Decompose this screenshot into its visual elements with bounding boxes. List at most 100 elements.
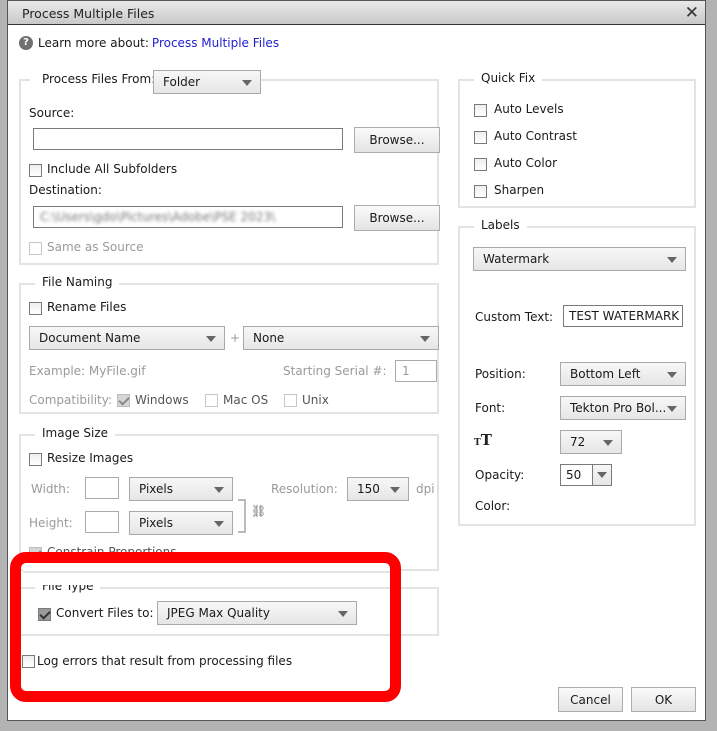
resize-images-label: Resize Images xyxy=(47,451,134,465)
process-from-value: Folder xyxy=(163,75,201,89)
position-dropdown[interactable]: Bottom Left xyxy=(560,362,686,386)
chain-link-icon[interactable]: ⛓ xyxy=(251,504,266,518)
resolution-value: 150 xyxy=(357,482,380,496)
serial-label: Starting Serial #: xyxy=(283,364,387,378)
height-label: Height: xyxy=(29,516,73,530)
file-naming-legend: File Naming xyxy=(35,275,120,289)
label-type-value: Watermark xyxy=(483,252,550,266)
name-part2-dropdown[interactable]: None xyxy=(243,326,439,350)
convert-files-label: Convert Files to: xyxy=(56,606,154,620)
resolution-label: Resolution: xyxy=(271,482,338,496)
labels-legend: Labels xyxy=(474,218,527,232)
compatibility-label: Compatibility: xyxy=(29,393,113,407)
close-icon[interactable]: ✕ xyxy=(685,3,699,23)
custom-text-label: Custom Text: xyxy=(475,310,554,324)
help-link[interactable]: Process Multiple Files xyxy=(152,36,279,50)
width-unit-value: Pixels xyxy=(139,482,174,496)
macos-label: Mac OS xyxy=(223,393,269,407)
label-type-dropdown[interactable]: Watermark xyxy=(473,247,686,271)
chevron-down-icon xyxy=(214,521,224,527)
cancel-button[interactable]: Cancel xyxy=(558,687,623,712)
chevron-down-icon xyxy=(667,406,677,412)
font-label: Font: xyxy=(475,401,506,415)
destination-input[interactable]: C:\Users\gdo\Pictures\Adobe\PSE 2023\ xyxy=(33,206,343,228)
browse-label: Browse... xyxy=(369,133,425,147)
opacity-dropdown-button[interactable] xyxy=(592,465,611,485)
destination-value: C:\Users\gdo\Pictures\Adobe\PSE 2023\ xyxy=(40,210,276,224)
chevron-down-icon xyxy=(597,472,607,478)
width-unit-dropdown[interactable]: Pixels xyxy=(129,477,233,501)
include-subfolders-checkbox[interactable] xyxy=(29,164,42,177)
chevron-down-icon xyxy=(667,257,677,263)
chevron-down-icon xyxy=(214,487,224,493)
constrain-proportions-checkbox[interactable] xyxy=(29,547,42,560)
name-part2-value: None xyxy=(253,331,285,345)
chevron-down-icon xyxy=(206,336,216,342)
file-format-dropdown[interactable]: JPEG Max Quality xyxy=(157,601,357,625)
ok-button[interactable]: OK xyxy=(631,687,696,712)
chevron-down-icon xyxy=(338,611,348,617)
include-subfolders-label: Include All Subfolders xyxy=(47,162,178,176)
sharpen-label: Sharpen xyxy=(494,183,545,197)
help-row: ? Learn more about: Process Multiple Fil… xyxy=(19,36,279,50)
chevron-down-icon xyxy=(667,372,677,378)
sharpen-checkbox[interactable] xyxy=(474,185,487,198)
width-label: Width: xyxy=(31,482,70,496)
image-size-group: Image Size Resize Images Width: Pixels H… xyxy=(19,426,439,571)
file-type-top-separator xyxy=(23,571,395,573)
font-size-value: 72 xyxy=(570,435,586,449)
convert-files-checkbox[interactable] xyxy=(38,608,51,621)
ok-label: OK xyxy=(654,693,673,707)
constrain-proportions-label: Constrain Proportions xyxy=(47,545,177,559)
process-from-dropdown[interactable]: Folder xyxy=(153,70,261,94)
source-browse-button[interactable]: Browse... xyxy=(354,127,440,153)
image-size-legend: Image Size xyxy=(35,426,116,440)
source-label: Source: xyxy=(29,106,75,120)
chevron-down-icon xyxy=(603,440,613,446)
quick-fix-legend: Quick Fix xyxy=(474,71,543,85)
chevron-down-icon xyxy=(390,487,400,493)
rename-files-checkbox[interactable] xyxy=(29,302,42,315)
serial-input[interactable]: 1 xyxy=(395,360,437,382)
chevron-down-icon xyxy=(420,336,430,342)
auto-levels-checkbox[interactable] xyxy=(474,104,487,117)
source-input[interactable] xyxy=(33,128,343,150)
serial-value: 1 xyxy=(402,364,410,378)
auto-contrast-checkbox[interactable] xyxy=(474,131,487,144)
height-unit-dropdown[interactable]: Pixels xyxy=(129,511,233,535)
macos-checkbox[interactable] xyxy=(205,394,218,407)
log-errors-label: Log errors that result from processing f… xyxy=(37,654,293,668)
unix-checkbox[interactable] xyxy=(284,394,297,407)
custom-text-input[interactable]: TEST WATERMARK xyxy=(563,305,683,327)
title-bar[interactable]: Process Multiple Files ✕ xyxy=(8,1,705,25)
name-part1-dropdown[interactable]: Document Name xyxy=(29,326,225,350)
font-value: Tekton Pro Bol... xyxy=(570,401,667,415)
file-naming-group: File Naming Rename Files Document Name +… xyxy=(19,275,439,414)
quick-fix-group: Quick Fix Auto Levels Auto Contrast Auto… xyxy=(458,71,696,208)
height-input[interactable] xyxy=(85,511,119,533)
text-size-icon: TT xyxy=(474,431,492,449)
destination-label: Destination: xyxy=(29,183,102,197)
chevron-down-icon xyxy=(242,80,252,86)
custom-text-value: TEST WATERMARK xyxy=(569,309,680,323)
font-dropdown[interactable]: Tekton Pro Bol... xyxy=(560,396,686,420)
resolution-dropdown[interactable]: 150 xyxy=(347,477,409,501)
width-input[interactable] xyxy=(85,477,119,499)
opacity-value: 50 xyxy=(566,468,582,482)
windows-checkbox[interactable] xyxy=(117,394,130,407)
auto-color-label: Auto Color xyxy=(494,156,558,170)
name-part1-value: Document Name xyxy=(39,331,141,345)
font-size-dropdown[interactable]: 72 xyxy=(560,430,622,454)
labels-group: Labels Watermark Custom Text: TEST WATER… xyxy=(458,218,696,526)
same-as-source-checkbox[interactable] xyxy=(29,242,42,255)
log-errors-checkbox[interactable] xyxy=(22,655,35,668)
destination-browse-button[interactable]: Browse... xyxy=(354,205,440,231)
opacity-input[interactable]: 50 xyxy=(560,464,612,486)
process-from-label: Process Files From: xyxy=(30,72,162,92)
color-label: Color: xyxy=(475,499,511,513)
browse-label: Browse... xyxy=(369,211,425,225)
resize-images-checkbox[interactable] xyxy=(29,453,42,466)
help-label: Learn more about: xyxy=(38,36,149,50)
auto-color-checkbox[interactable] xyxy=(474,158,487,171)
opacity-label: Opacity: xyxy=(475,468,525,482)
